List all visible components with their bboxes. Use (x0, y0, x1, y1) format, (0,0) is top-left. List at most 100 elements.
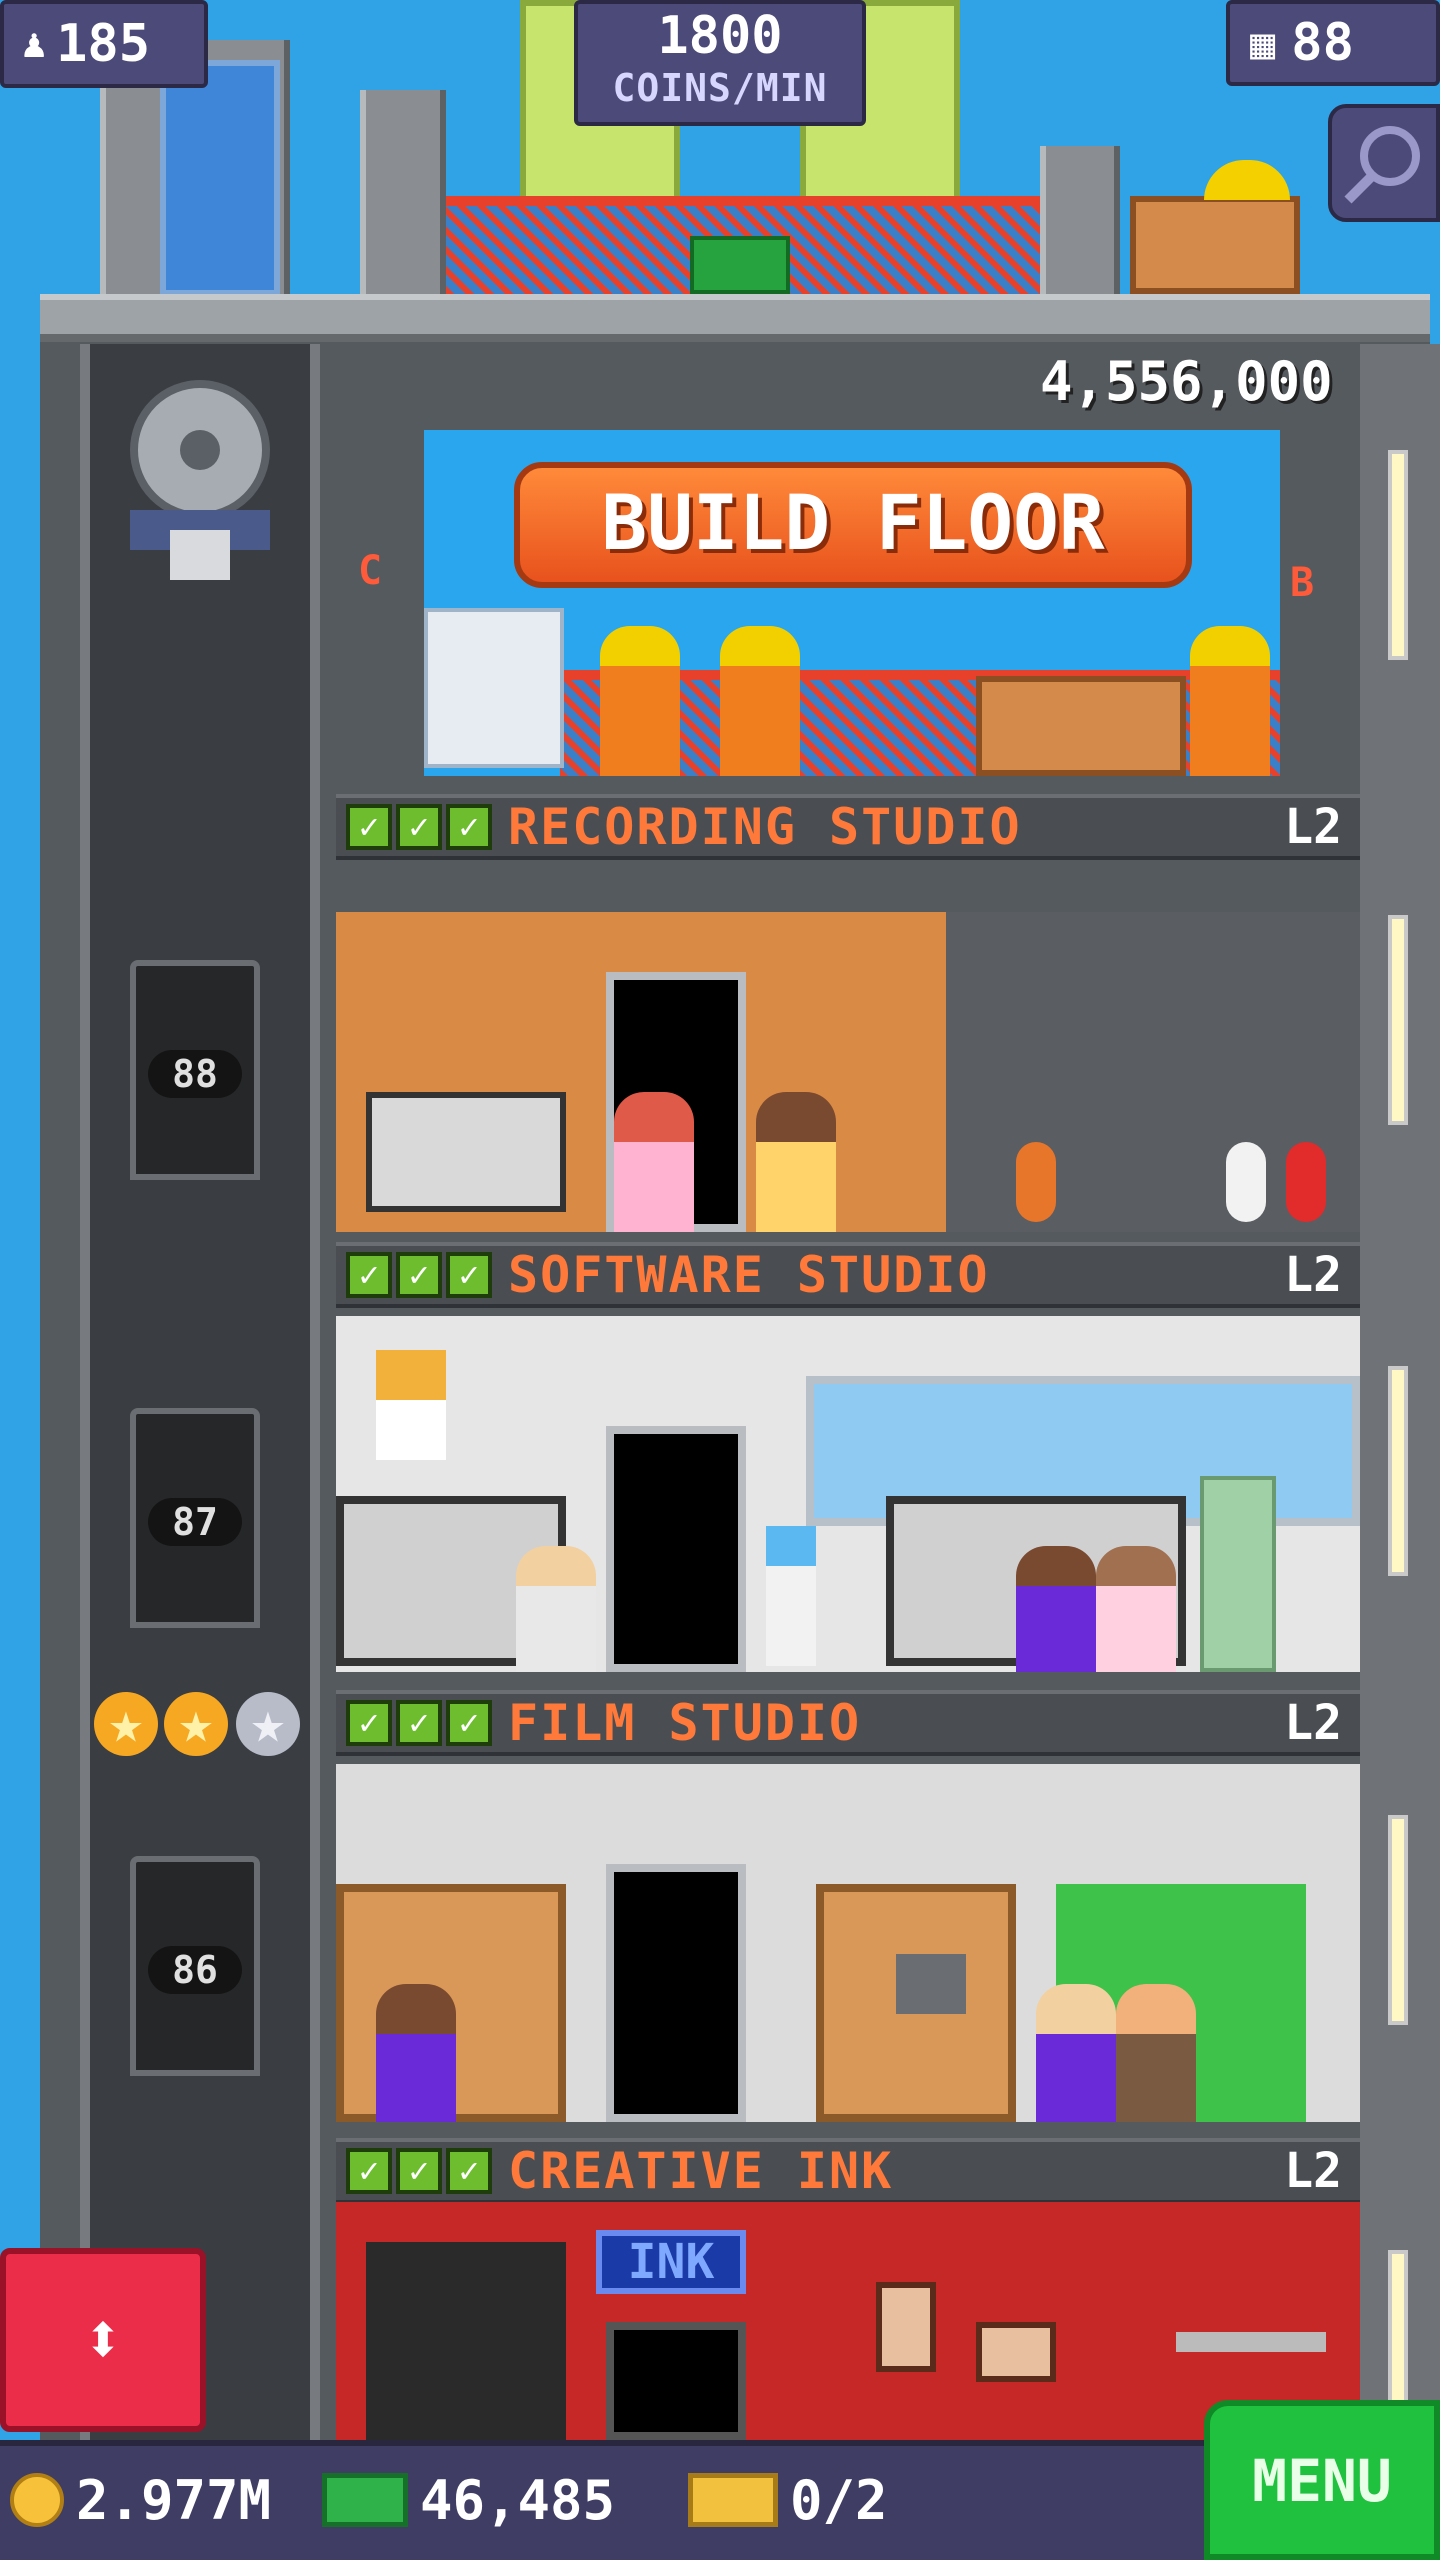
cement-bags (424, 608, 564, 768)
creative-ink-room[interactable]: INK (336, 2202, 1360, 2440)
check-icon: ✓ (346, 1252, 392, 1298)
elevator-car[interactable]: 88 (130, 960, 260, 1180)
floor-level: L2 (1284, 1695, 1342, 1751)
construction-worker (600, 626, 680, 776)
hardhat (1204, 160, 1290, 200)
roof-pillar (360, 90, 446, 296)
wall-light (1388, 450, 1408, 660)
coins-per-minute-label: COINS/MIN (612, 66, 828, 110)
elevator-car[interactable]: 86 (130, 1856, 260, 2076)
magnifier-icon (1344, 126, 1420, 204)
coins-per-minute-panel[interactable]: 1800 COINS/MIN (574, 0, 866, 126)
construction-worker (720, 626, 800, 776)
bux-icon (322, 2473, 408, 2527)
floor-name: RECORDING STUDIO (508, 798, 1022, 856)
construction-worker (1190, 626, 1270, 776)
person-icon: ♟ (22, 21, 47, 67)
check-icon: ✓ (346, 1700, 392, 1746)
build-floor-price: 4,556,000 (1040, 350, 1333, 413)
coins-per-minute-value: 1800 (657, 6, 783, 66)
check-icon: ✓ (446, 804, 492, 850)
floor-label-creative-ink[interactable]: ✓ ✓ ✓ CREATIVE INK L2 (336, 2138, 1360, 2204)
wall-light (1388, 1815, 1408, 2025)
floor-counter[interactable]: ▦ 88 (1226, 0, 1440, 86)
building-icon: ▦ (1250, 18, 1276, 68)
floor-stars: ✓ ✓ ✓ (336, 804, 492, 850)
crate-stack (1130, 196, 1300, 294)
calendar-icon (376, 1350, 446, 1460)
guitar-icon (1226, 1142, 1266, 1222)
check-icon: ✓ (346, 2148, 392, 2194)
floor-label-software-studio[interactable]: ✓ ✓ ✓ SOFTWARE STUDIO L2 (336, 1242, 1360, 1308)
check-icon: ✓ (446, 1700, 492, 1746)
build-floor-button[interactable]: BUILD FLOOR (514, 462, 1192, 588)
toolbox (690, 236, 790, 294)
worker (1116, 1984, 1196, 2122)
studio-door (606, 1864, 746, 2122)
bux-balance[interactable]: 46,485 (322, 2460, 615, 2540)
elevator-motor (110, 380, 290, 660)
worker (1096, 1546, 1176, 1672)
worker (756, 1092, 836, 1232)
roof-pillar (1040, 146, 1120, 296)
check-icon: ✓ (446, 1252, 492, 1298)
coins-value: 2.977M (76, 2468, 272, 2532)
elevator-car[interactable]: 87 (130, 1408, 260, 1628)
camera-icon (896, 1954, 966, 2014)
roof-door (160, 60, 280, 296)
floor-name: CREATIVE INK (508, 2142, 894, 2200)
wall-light (1388, 915, 1408, 1125)
elevator-call-button[interactable]: ⬍ (0, 2248, 206, 2432)
check-icon: ✓ (396, 1252, 442, 1298)
population-counter[interactable]: ♟ 185 (0, 0, 208, 88)
bux-value: 46,485 (420, 2468, 616, 2532)
recording-studio-room[interactable] (336, 912, 1360, 1232)
zoom-button[interactable] (1328, 104, 1440, 222)
worker (516, 1546, 596, 1672)
floor-label-recording-studio[interactable]: ✓ ✓ ✓ RECORDING STUDIO L2 (336, 794, 1360, 860)
elevator-floor-number: 86 (148, 1946, 242, 1994)
office-door (606, 1426, 746, 1672)
star-filled-icon: ★ (94, 1692, 158, 1756)
shop-door (606, 2322, 746, 2440)
vip-ticket-icon (688, 2473, 778, 2527)
vip-balance[interactable]: 0/2 (688, 2460, 888, 2540)
population-value: 185 (56, 14, 151, 74)
floor-stars: ✓ ✓ ✓ (336, 1700, 492, 1746)
floor-level: L2 (1284, 799, 1342, 855)
floor-stars: ✓ ✓ ✓ (336, 2148, 492, 2194)
vip-value: 0/2 (790, 2468, 888, 2532)
check-icon: ✓ (346, 804, 392, 850)
guitar-icon (1016, 1142, 1056, 1222)
coins-balance[interactable]: 2.977M (10, 2460, 271, 2540)
software-studio-room[interactable] (336, 1316, 1360, 1672)
filing-cabinet (1200, 1476, 1276, 1672)
floor-name: SOFTWARE STUDIO (508, 1246, 990, 1304)
roof-slab (40, 294, 1430, 342)
water-cooler (766, 1526, 816, 1666)
elevator-floor-number: 87 (148, 1498, 242, 1546)
up-down-arrows-icon: ⬍ (81, 2298, 125, 2380)
wall-frame (976, 2322, 1056, 2382)
mixing-desk (366, 1092, 566, 1212)
crane-sign-right: B (1290, 560, 1315, 606)
guitar-icon (1286, 1142, 1326, 1222)
check-icon: ✓ (396, 2148, 442, 2194)
floor-stars: ✓ ✓ ✓ (336, 1252, 492, 1298)
elevator-floor-number: 88 (148, 1050, 242, 1098)
crate-stack (976, 676, 1186, 776)
worker (376, 1984, 456, 2122)
crane-sign-left: C (358, 548, 383, 594)
check-icon: ✓ (446, 2148, 492, 2194)
wall-light (1388, 1366, 1408, 1576)
menu-button[interactable]: MENU (1204, 2400, 1440, 2560)
ink-shelf (1176, 2332, 1326, 2352)
floor-count-value: 88 (1291, 13, 1354, 73)
worker (614, 1092, 694, 1232)
floor-label-film-studio[interactable]: ✓ ✓ ✓ FILM STUDIO L2 (336, 1690, 1360, 1756)
coin-icon (10, 2473, 64, 2527)
floor-name: FILM STUDIO (508, 1694, 862, 1752)
film-studio-room[interactable] (336, 1764, 1360, 2122)
check-icon: ✓ (396, 804, 442, 850)
floor-level: L2 (1284, 2143, 1342, 2199)
